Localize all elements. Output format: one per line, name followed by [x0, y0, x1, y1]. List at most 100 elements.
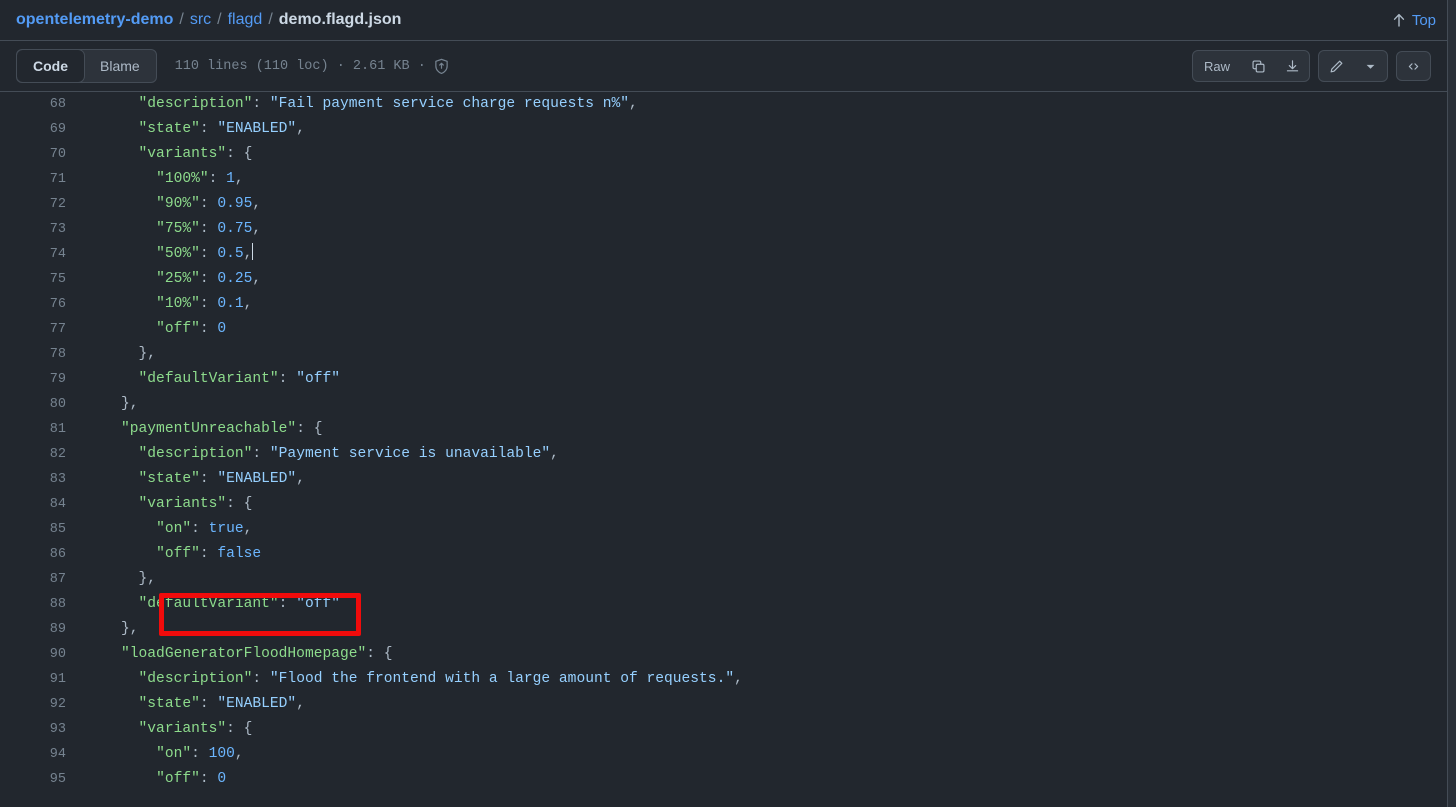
- code-brackets-icon[interactable]: [1396, 51, 1431, 81]
- breadcrumb-dir-flagd-link[interactable]: flagd: [228, 11, 263, 29]
- token-punct: ,: [734, 671, 743, 687]
- line-number[interactable]: 93: [0, 717, 66, 742]
- line-number[interactable]: 81: [0, 417, 66, 442]
- line-number[interactable]: 71: [0, 167, 66, 192]
- line-number[interactable]: 79: [0, 367, 66, 392]
- token-key: "10%": [156, 296, 200, 312]
- line-code[interactable]: "defaultVariant": "off": [66, 367, 340, 392]
- token-num: 0.25: [217, 271, 253, 287]
- pencil-icon[interactable]: [1319, 51, 1353, 81]
- token-key: "100%": [156, 171, 209, 187]
- token-punct: :: [199, 121, 218, 137]
- token-num: 0.5: [217, 246, 244, 262]
- tab-blame[interactable]: Blame: [84, 50, 156, 82]
- line-code[interactable]: },: [66, 617, 139, 642]
- line-code[interactable]: "variants": {: [66, 142, 253, 167]
- line-code[interactable]: "off": 0: [66, 767, 226, 792]
- line-code[interactable]: "on": 100,: [66, 742, 244, 767]
- line-code[interactable]: "loadGeneratorFloodHomepage": {: [66, 642, 393, 667]
- line-number[interactable]: 70: [0, 142, 66, 167]
- token-punct: },: [121, 621, 139, 637]
- line-code[interactable]: "defaultVariant": "off": [66, 592, 340, 617]
- line-number[interactable]: 75: [0, 267, 66, 292]
- tab-code[interactable]: Code: [17, 50, 84, 82]
- line-code[interactable]: "on": true,: [66, 517, 252, 542]
- line-code[interactable]: "state": "ENABLED",: [66, 117, 305, 142]
- line-number[interactable]: 87: [0, 567, 66, 592]
- token-key: "variants": [138, 721, 227, 737]
- token-kw: false: [217, 546, 262, 562]
- line-code[interactable]: },: [66, 342, 157, 367]
- line-code[interactable]: "variants": {: [66, 717, 253, 742]
- code-line: 69 "state": "ENABLED",: [0, 117, 1447, 142]
- line-code[interactable]: "off": 0: [66, 317, 226, 342]
- token-num: 0: [217, 771, 227, 787]
- line-number[interactable]: 77: [0, 317, 66, 342]
- line-code[interactable]: "100%": 1,: [66, 167, 244, 192]
- token-punct: : {: [226, 721, 253, 737]
- line-number[interactable]: 69: [0, 117, 66, 142]
- code-line: 94 "on": 100,: [0, 742, 1447, 767]
- line-code[interactable]: "description": "Payment service is unava…: [66, 442, 559, 467]
- line-number[interactable]: 92: [0, 692, 66, 717]
- line-number[interactable]: 78: [0, 342, 66, 367]
- line-code[interactable]: "description": "Fail payment service cha…: [66, 92, 638, 117]
- breadcrumb: opentelemetry-demo / src / flagd / demo.…: [16, 11, 401, 29]
- line-code[interactable]: },: [66, 567, 157, 592]
- code-line: 92 "state": "ENABLED",: [0, 692, 1447, 717]
- line-number[interactable]: 76: [0, 292, 66, 317]
- line-code[interactable]: "25%": 0.25,: [66, 267, 261, 292]
- code-content[interactable]: 68 "description": "Fail payment service …: [0, 92, 1447, 807]
- line-code[interactable]: "10%": 0.1,: [66, 292, 252, 317]
- line-number[interactable]: 91: [0, 667, 66, 692]
- token-key: "description": [138, 446, 253, 462]
- line-code[interactable]: "50%": 0.5,: [66, 242, 254, 267]
- line-number[interactable]: 68: [0, 92, 66, 117]
- line-number[interactable]: 74: [0, 242, 66, 267]
- token-punct: ,: [234, 746, 244, 762]
- line-code[interactable]: "state": "ENABLED",: [66, 467, 305, 492]
- line-number[interactable]: 82: [0, 442, 66, 467]
- code-line: 78 },: [0, 342, 1447, 367]
- token-kw: true: [208, 521, 244, 537]
- line-number[interactable]: 88: [0, 592, 66, 617]
- breadcrumb-dir-src-link[interactable]: src: [190, 11, 211, 29]
- token-punct: :: [199, 296, 218, 312]
- line-number[interactable]: 80: [0, 392, 66, 417]
- line-code[interactable]: "state": "ENABLED",: [66, 692, 305, 717]
- code-line: 80 },: [0, 392, 1447, 417]
- line-code[interactable]: "description": "Flood the frontend with …: [66, 667, 743, 692]
- line-code[interactable]: },: [66, 392, 139, 417]
- chevron-down-icon[interactable]: [1353, 51, 1387, 81]
- token-punct: :: [191, 746, 209, 762]
- line-number[interactable]: 94: [0, 742, 66, 767]
- line-code[interactable]: "variants": {: [66, 492, 253, 517]
- line-number[interactable]: 89: [0, 617, 66, 642]
- line-code[interactable]: "off": false: [66, 542, 261, 567]
- shield-check-icon[interactable]: [433, 58, 450, 75]
- scroll-to-top-link[interactable]: Top: [1392, 12, 1436, 29]
- line-number[interactable]: 84: [0, 492, 66, 517]
- code-line: 89 },: [0, 617, 1447, 642]
- line-number[interactable]: 73: [0, 217, 66, 242]
- raw-button[interactable]: Raw: [1193, 51, 1241, 81]
- token-punct: :: [208, 171, 227, 187]
- breadcrumb-repo-link[interactable]: opentelemetry-demo: [16, 11, 173, 29]
- copy-icon[interactable]: [1241, 51, 1275, 81]
- download-icon[interactable]: [1275, 51, 1309, 81]
- token-key: "variants": [138, 146, 227, 162]
- line-number[interactable]: 83: [0, 467, 66, 492]
- token-punct: ,: [243, 246, 253, 262]
- line-number[interactable]: 85: [0, 517, 66, 542]
- line-number[interactable]: 95: [0, 767, 66, 792]
- line-number[interactable]: 90: [0, 642, 66, 667]
- token-str: "off": [296, 596, 340, 612]
- line-number[interactable]: 86: [0, 542, 66, 567]
- line-code[interactable]: "paymentUnreachable": {: [66, 417, 322, 442]
- token-punct: : {: [296, 421, 323, 437]
- line-code[interactable]: "75%": 0.75,: [66, 217, 261, 242]
- code-line: 73 "75%": 0.75,: [0, 217, 1447, 242]
- token-key: "paymentUnreachable": [121, 421, 297, 437]
- line-number[interactable]: 72: [0, 192, 66, 217]
- line-code[interactable]: "90%": 0.95,: [66, 192, 261, 217]
